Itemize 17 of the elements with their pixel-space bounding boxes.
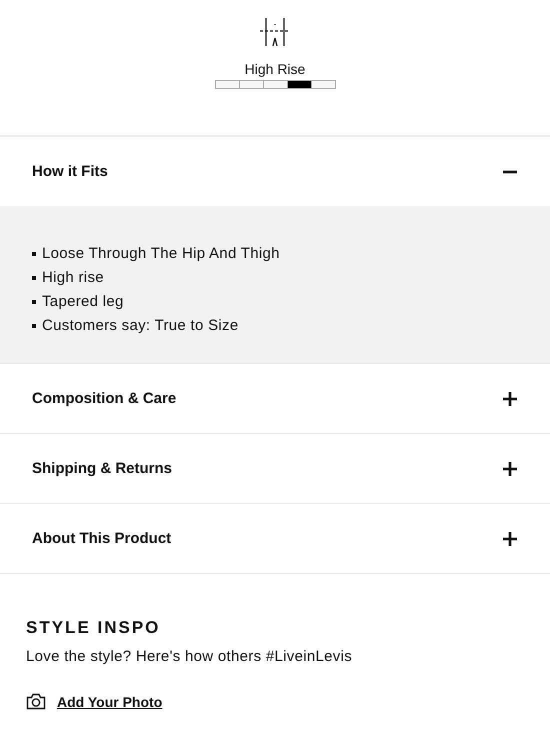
rise-label: High Rise (244, 61, 306, 77)
camera-icon (26, 693, 46, 710)
fit-detail: Loose Through The Hip And Thigh (42, 244, 280, 263)
add-photo-link[interactable]: Add Your Photo (57, 694, 162, 710)
accordion-title: How it Fits (32, 163, 108, 180)
section-description: Love the style? Here's how others #LiveinLevis (26, 648, 354, 665)
accordion-title: Shipping & Returns (32, 460, 172, 477)
bullet-icon (32, 276, 36, 280)
fit-detail: Tapered leg (42, 292, 124, 311)
bullet-icon (32, 300, 36, 304)
accordion-title: Composition & Care (32, 390, 176, 407)
accordion-title: About This Product (32, 530, 172, 547)
section-heading: STYLE INSPO (26, 618, 162, 638)
bullet-icon (32, 324, 36, 328)
fit-detail: Customers say: True to Size (42, 316, 239, 335)
fit-detail: High rise (42, 268, 104, 287)
bullet-icon (32, 252, 36, 256)
